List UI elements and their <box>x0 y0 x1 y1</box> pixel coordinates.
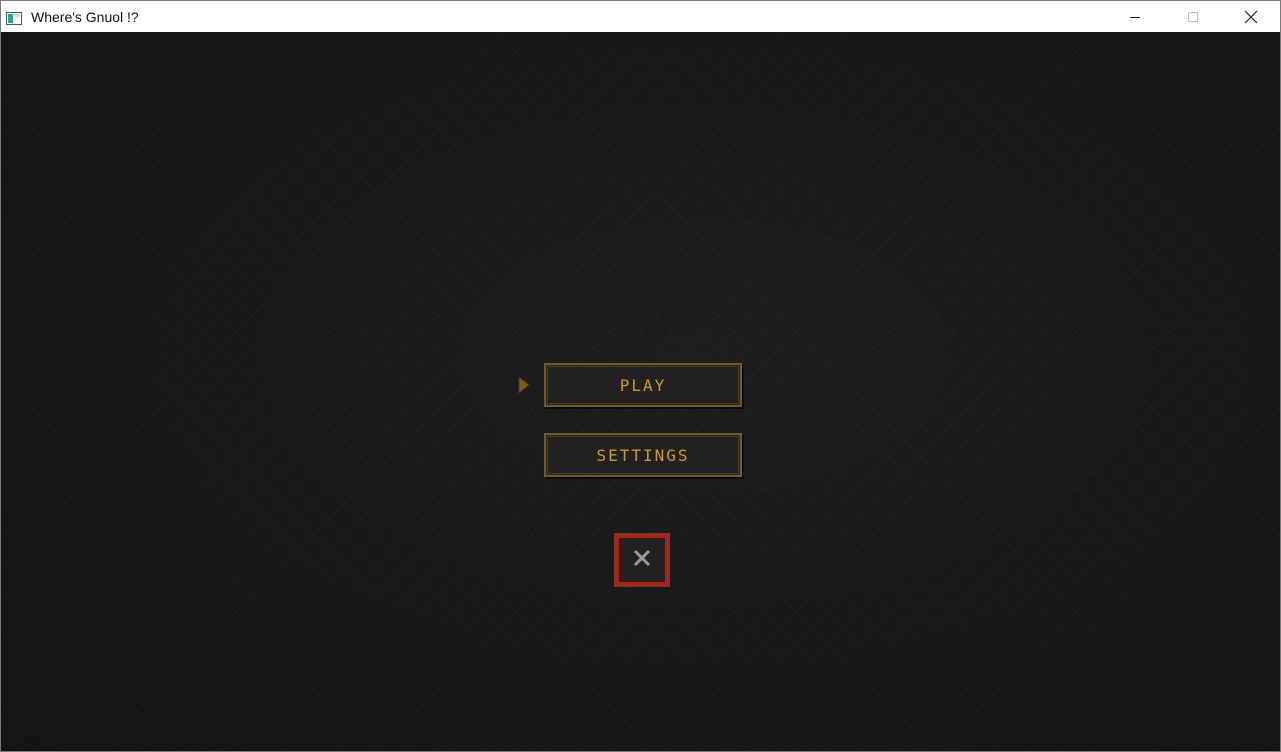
maximize-button[interactable] <box>1163 1 1223 32</box>
selector-arrow-icon <box>518 375 530 395</box>
title-bar[interactable]: Where's Gnuol !? <box>1 1 1280 32</box>
maximize-icon <box>1187 11 1199 23</box>
app-icon <box>6 10 22 25</box>
play-button-label: PLAY <box>619 375 667 395</box>
minimize-icon <box>1129 11 1141 23</box>
game-canvas: PLAY SETTINGS <box>1 32 1280 751</box>
x-icon <box>633 549 651 571</box>
quit-button-face <box>619 538 665 582</box>
settings-button-label: SETTINGS <box>596 445 690 465</box>
play-button[interactable]: PLAY <box>544 363 742 407</box>
game-window: Where's Gnuol !? PLAY SETTINGS <box>0 0 1281 752</box>
close-window-button[interactable] <box>1221 1 1281 32</box>
close-icon <box>1244 10 1258 24</box>
minimize-button[interactable] <box>1105 1 1165 32</box>
window-title: Where's Gnuol !? <box>31 9 139 25</box>
settings-button[interactable]: SETTINGS <box>544 433 742 477</box>
quit-button[interactable] <box>614 533 670 587</box>
